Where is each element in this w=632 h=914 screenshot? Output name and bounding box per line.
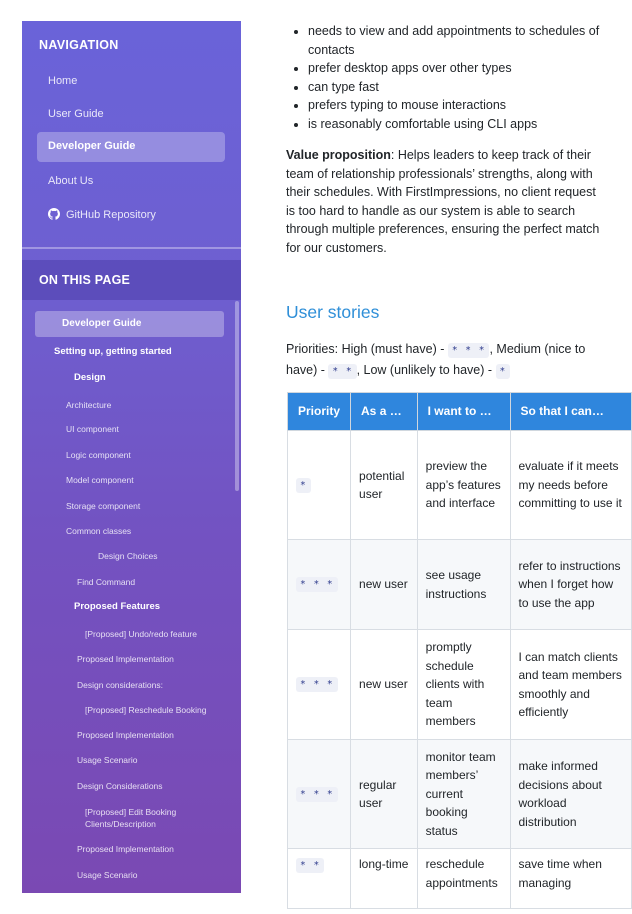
toc-proposed-implementation-2[interactable]: Proposed Implementation (77, 729, 174, 741)
navigation-heading: NAVIGATION (39, 38, 119, 52)
toc-reschedule-booking[interactable]: [Proposed] Reschedule Booking (85, 704, 206, 716)
toc-common-classes[interactable]: Common classes (66, 525, 131, 537)
value-proposition-label: Value proposition (286, 148, 391, 162)
sidebar: NAVIGATION Home User Guide Developer Gui… (22, 21, 241, 893)
priority-medium-code: * * (328, 363, 357, 379)
on-this-page-heading: ON THIS PAGE (39, 273, 131, 287)
role-cell: long-time (350, 848, 418, 909)
table-row: * * * new user promptly schedule clients… (286, 629, 632, 740)
toc-logic-component[interactable]: Logic component (66, 449, 131, 461)
nav-developer-guide-label: Developer Guide (48, 140, 136, 152)
want-cell: promptly schedule clients with team memb… (416, 629, 511, 740)
table-row: * * * regular user monitor team members’… (286, 739, 632, 849)
nav-github-repository[interactable]: GitHub Repository (48, 208, 156, 221)
toc-developer-guide[interactable]: Developer Guide (35, 311, 224, 337)
nav-user-guide[interactable]: User Guide (48, 108, 104, 120)
priorities-text: Priorities: High (must have) - (286, 342, 448, 356)
list-item: can type fast (308, 78, 628, 97)
toc-edit-booking[interactable]: [Proposed] Edit Booking Clients/Descript… (85, 806, 215, 830)
nav-github-label: GitHub Repository (66, 209, 156, 221)
toc-ui-component[interactable]: UI component (66, 423, 119, 435)
want-cell: see usage instructions (416, 539, 511, 630)
priority-low-code: * (495, 363, 511, 379)
nav-about-us[interactable]: About Us (48, 175, 93, 187)
priority-high-code: * * * (447, 343, 490, 358)
role-cell: new user (350, 539, 418, 630)
benefit-cell: evaluate if it meets my needs before com… (509, 430, 632, 540)
user-stories-heading: User stories (286, 302, 380, 322)
toc-proposed-implementation-1[interactable]: Proposed Implementation (77, 653, 174, 665)
toc-usage-scenario-1[interactable]: Usage Scenario (77, 754, 137, 766)
priority-code: * * * (296, 677, 338, 693)
want-cell: preview the app’s features and interface (416, 430, 511, 540)
priority-code: * * * (296, 786, 338, 802)
toc-setting-up[interactable]: Setting up, getting started (54, 346, 172, 358)
toc-usage-scenario-2[interactable]: Usage Scenario (77, 869, 137, 881)
nav-developer-guide[interactable]: Developer Guide (37, 132, 225, 162)
column-header-i-want-to: I want to … (416, 392, 511, 431)
list-item: prefer desktop apps over other types (308, 59, 628, 78)
priorities-legend: Priorities: High (must have) - * * *, Me… (286, 340, 608, 381)
toc-design-considerations-2[interactable]: Design Considerations (77, 780, 163, 792)
column-header-so-that: So that I can… (509, 392, 632, 431)
priority-code: * (296, 477, 311, 493)
table-row: * * * new user see usage instructions re… (286, 539, 632, 630)
sidebar-scrollbar[interactable] (235, 301, 239, 491)
role-cell: regular user (350, 739, 418, 849)
toc-design[interactable]: Design (74, 372, 106, 384)
priority-cell: * * * (286, 629, 352, 740)
list-item: needs to view and add appointments to sc… (308, 22, 628, 59)
value-proposition: Value proposition: Helps leaders to keep… (286, 146, 608, 257)
role-cell: new user (350, 629, 418, 740)
benefit-cell: make informed decisions about workload d… (509, 739, 632, 849)
toc-find-command[interactable]: Find Command (77, 576, 135, 588)
want-cell: monitor team members’ current booking st… (416, 739, 511, 849)
sidebar-divider (22, 247, 241, 249)
nav-home[interactable]: Home (48, 75, 77, 87)
user-stories-table: Priority As a … I want to … So that I ca… (286, 392, 632, 909)
priority-code: * * * (296, 577, 338, 593)
toc-model-component[interactable]: Model component (66, 474, 134, 486)
toc-proposed-implementation-3[interactable]: Proposed Implementation (77, 843, 174, 855)
priorities-text: , Low (unlikely to have) - (356, 362, 496, 377)
priority-cell: * (286, 430, 352, 540)
benefit-cell: I can match clients and team members smo… (509, 629, 632, 740)
toc-design-considerations-1[interactable]: Design considerations: (77, 679, 163, 691)
github-icon (48, 208, 60, 220)
table-row: * potential user preview the app’s featu… (286, 430, 632, 540)
list-item: prefers typing to mouse interactions (308, 96, 628, 115)
role-cell: potential user (350, 430, 418, 540)
toc-storage-component[interactable]: Storage component (66, 500, 140, 512)
table-row: * * long-time reschedule appointments sa… (286, 848, 632, 909)
table-header-row: Priority As a … I want to … So that I ca… (286, 392, 632, 431)
column-header-priority: Priority (286, 392, 352, 431)
priority-cell: * * * (286, 539, 352, 630)
value-proposition-text: : Helps leaders to keep track of their t… (286, 148, 600, 255)
toc-undo-redo[interactable]: [Proposed] Undo/redo feature (85, 628, 197, 640)
priority-cell: * * (286, 848, 352, 909)
benefit-cell: save time when managing (509, 848, 632, 909)
toc-developer-guide-label: Developer Guide (62, 318, 142, 329)
priority-code: * * (296, 858, 325, 873)
benefit-cell: refer to instructions when I forget how … (509, 539, 632, 630)
want-cell: reschedule appointments (416, 848, 511, 909)
toc-proposed-features[interactable]: Proposed Features (74, 601, 160, 613)
column-header-as-a: As a … (350, 392, 418, 431)
toc-architecture[interactable]: Architecture (66, 399, 111, 411)
list-item: is reasonably comfortable using CLI apps (308, 115, 628, 134)
user-profile-list: needs to view and add appointments to sc… (286, 22, 628, 133)
toc-design-choices[interactable]: Design Choices (98, 550, 158, 562)
priority-cell: * * * (286, 739, 352, 849)
